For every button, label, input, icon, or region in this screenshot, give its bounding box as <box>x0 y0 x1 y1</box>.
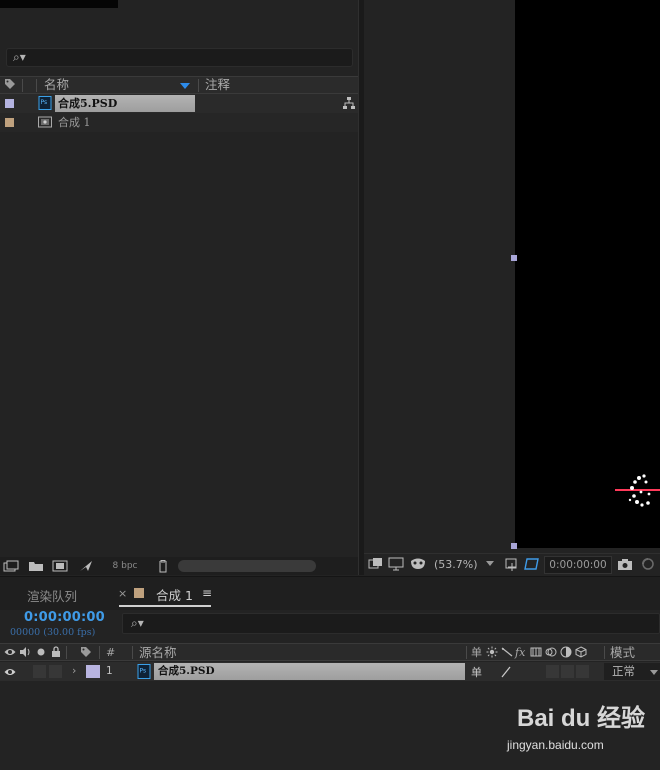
project-item-row[interactable]: Ps 合成5.PSD <box>0 94 358 113</box>
interpret-footage-icon[interactable] <box>3 559 19 573</box>
shy-switch-header[interactable]: 单 <box>471 645 482 660</box>
eye-icon[interactable] <box>4 666 16 678</box>
tab-composition[interactable]: 合成 1 <box>156 585 193 604</box>
timeline-search-input[interactable]: ⌕▾ <box>122 613 660 634</box>
timeline-header: 0:00:00:00 00000 (30.00 fps) ⌕▾ <box>0 610 660 642</box>
3d-layer-cube-icon[interactable] <box>575 646 587 658</box>
adjustment-toggle[interactable] <box>561 665 574 678</box>
column-separator[interactable] <box>36 79 37 92</box>
collapse-sun-icon[interactable] <box>486 646 498 658</box>
mask-visibility-icon[interactable] <box>410 557 426 571</box>
solo-dot-icon[interactable] <box>35 646 47 658</box>
trash-icon[interactable] <box>155 559 171 573</box>
viewer-toolbar: (53.7%) 0:00:00:00 <box>364 553 660 575</box>
quality-slash-icon[interactable] <box>501 646 513 658</box>
motion-blur-toggle[interactable] <box>546 665 559 678</box>
column-separator[interactable] <box>66 646 67 659</box>
search-icon: ⌕▾ <box>13 50 26 64</box>
current-time-display[interactable]: 0:00:00:00 <box>544 556 612 574</box>
column-layer-number[interactable]: # <box>106 645 115 660</box>
show-snapshot-icon[interactable] <box>640 557 656 571</box>
new-composition-icon[interactable] <box>52 559 68 573</box>
layer-label-swatch[interactable] <box>86 665 100 678</box>
speaker-icon[interactable] <box>19 646 31 658</box>
column-separator[interactable] <box>99 646 100 659</box>
timeline-column-header: # 源名称 单 fx 模式 <box>0 643 660 661</box>
column-comment-header[interactable]: 注释 <box>205 77 230 93</box>
active-tab-indicator <box>119 605 211 607</box>
layer-source-name[interactable]: 合成5.PSD <box>154 663 465 680</box>
eye-icon[interactable] <box>4 646 16 658</box>
frame-count-fps: 00000 (30.00 fps) <box>10 627 96 638</box>
layer-transform-handle[interactable] <box>511 255 517 261</box>
region-of-interest-icon[interactable] <box>504 557 520 571</box>
monitor-icon[interactable] <box>388 557 404 571</box>
column-source-name[interactable]: 源名称 <box>139 645 177 660</box>
project-item-name: 合成5.PSD <box>55 95 195 112</box>
column-separator[interactable] <box>604 646 605 659</box>
effects-fx-icon[interactable]: fx <box>515 645 525 660</box>
project-item-row[interactable]: 合成 1 <box>0 113 358 132</box>
watermark-brand: Bai du 经验 <box>517 705 646 732</box>
svg-text:Ps: Ps <box>140 668 147 675</box>
tab-render-queue[interactable]: 渲染队列 <box>27 586 77 605</box>
layer-number: 1 <box>106 665 113 677</box>
watermark-url: jingyan.baidu.com <box>507 738 604 752</box>
flowchart-icon[interactable] <box>342 96 356 110</box>
new-folder-icon[interactable] <box>28 559 44 573</box>
column-separator[interactable] <box>132 646 133 659</box>
column-separator[interactable] <box>466 646 467 659</box>
chevron-right-icon[interactable]: › <box>72 664 76 677</box>
camera-snapshot-icon[interactable] <box>617 557 633 571</box>
render-send-icon[interactable] <box>78 559 94 573</box>
chevron-down-icon[interactable] <box>650 670 658 675</box>
column-mode[interactable]: 模式 <box>610 645 635 660</box>
project-footer-toolbar: 8 bpc <box>0 557 358 575</box>
hamburger-menu-icon[interactable]: ≡ <box>202 586 212 600</box>
lock-icon[interactable] <box>50 646 62 658</box>
timeline-tab-bar: 渲染队列 × 合成 1 ≡ <box>0 576 660 610</box>
column-name-header[interactable]: 名称 <box>44 77 69 93</box>
3d-layer-toggle[interactable] <box>576 665 589 678</box>
sort-descending-icon[interactable] <box>180 83 190 89</box>
project-item-name: 合成 1 <box>58 116 91 129</box>
project-search-input[interactable]: ⌕▾ <box>6 48 353 67</box>
composition-icon <box>38 116 52 128</box>
column-separator[interactable] <box>198 79 199 92</box>
always-preview-icon[interactable] <box>368 557 384 571</box>
tab-comp-label-swatch <box>134 588 144 598</box>
adjustment-layer-icon[interactable] <box>560 646 572 658</box>
transparency-grid-icon[interactable] <box>524 557 540 571</box>
particle-sparkle-graphic <box>615 474 660 507</box>
shy-switch[interactable]: 单 <box>471 664 482 680</box>
svg-text:Ps: Ps <box>41 99 48 106</box>
psd-file-icon: Ps <box>137 664 151 679</box>
column-separator[interactable] <box>22 79 23 92</box>
label-swatch[interactable] <box>5 99 14 108</box>
motion-blur-icon[interactable] <box>545 646 557 658</box>
audio-toggle[interactable] <box>33 665 46 678</box>
timeline-timecode[interactable]: 0:00:00:00 <box>24 610 105 625</box>
timeline-layer-row[interactable]: › 1 Ps 合成5.PSD 单 正常 <box>0 662 660 681</box>
label-tag-icon[interactable] <box>4 78 16 90</box>
project-thumbnail <box>0 0 118 8</box>
frame-blend-icon[interactable] <box>530 646 542 658</box>
bit-depth-button[interactable]: 8 bpc <box>102 559 148 573</box>
project-column-header: 名称 注释 <box>0 76 358 94</box>
psd-file-icon: Ps <box>38 96 52 110</box>
horizontal-scrollbar[interactable] <box>178 560 316 572</box>
search-icon: ⌕▾ <box>131 616 144 630</box>
close-icon[interactable]: × <box>118 587 127 600</box>
layer-transform-handle[interactable] <box>511 543 517 549</box>
quality-slash-icon[interactable] <box>500 666 512 678</box>
chevron-down-icon[interactable] <box>486 561 494 566</box>
label-tag-icon[interactable] <box>80 646 92 658</box>
composition-canvas[interactable] <box>515 0 660 548</box>
lock-toggle[interactable] <box>49 665 62 678</box>
label-swatch[interactable] <box>5 118 14 127</box>
baidu-jingyan-watermark: Bai du 经验 jingyan.baidu.com <box>505 698 655 758</box>
